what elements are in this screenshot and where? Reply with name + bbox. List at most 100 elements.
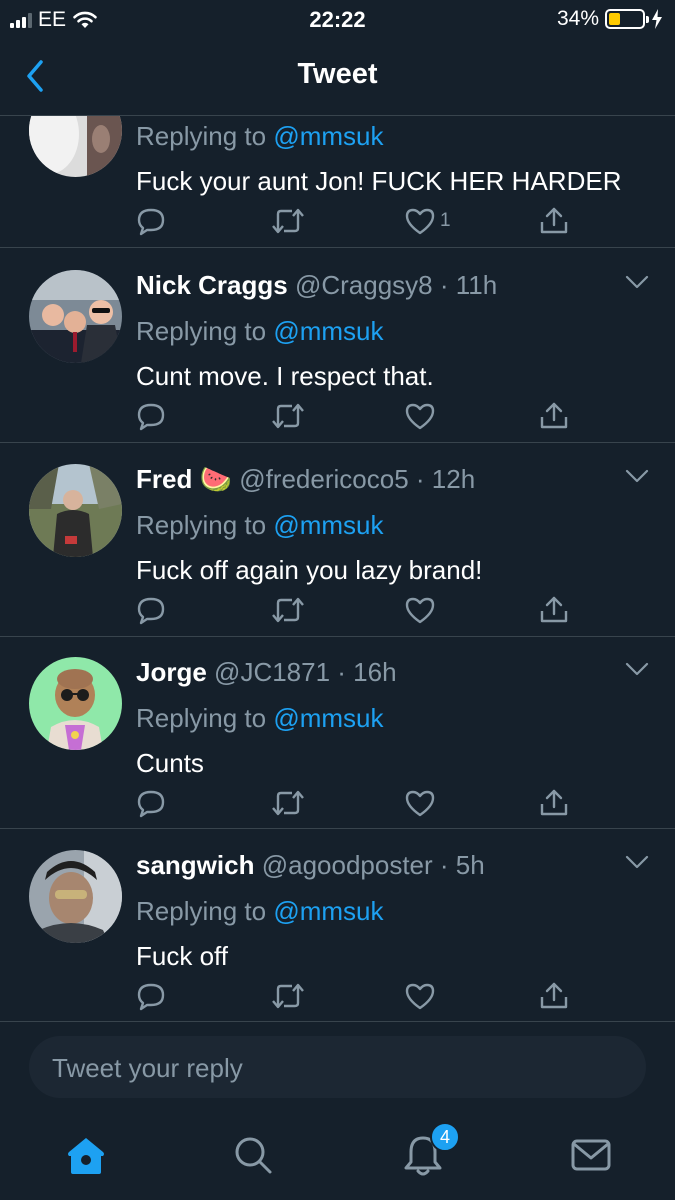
tweet[interactable]: Replying to @mmsuk Fuck your aunt Jon! F… [0,116,675,248]
retweet-icon [272,597,304,623]
timestamp: 16h [353,657,397,687]
like-button[interactable]: 1 [404,201,451,241]
avatar[interactable] [29,270,122,363]
mention-link[interactable]: @mmsuk [273,510,383,540]
timestamp: 5h [455,850,485,880]
share-button[interactable] [538,201,570,241]
reply-button[interactable] [136,590,166,630]
tweet-text: Fuck off [136,941,229,971]
handle[interactable]: @Craggsy8 [295,270,433,300]
like-count: 1 [440,210,451,231]
chevron-down-icon[interactable] [625,661,649,677]
notification-badge: 4 [430,1122,460,1152]
display-name[interactable]: Nick Craggs [136,270,288,300]
share-button[interactable] [538,396,570,436]
tweet-text: Fuck off again you lazy brand! [136,555,483,585]
avatar[interactable] [29,116,122,177]
tweet-header: sangwich @agoodposter · 5h [136,850,485,881]
retweet-button[interactable] [270,590,306,630]
reply-placeholder: Tweet your reply [52,1053,243,1083]
like-icon [405,597,435,624]
chevron-down-icon[interactable] [625,468,649,484]
tweet-text: Fuck your aunt Jon! FUCK HER HARDER [136,166,622,196]
page-title: Tweet [297,58,378,90]
replying-label: Replying to [136,510,267,540]
tweet-header: Fred 🍉 @fredericoco5 · 12h [136,464,475,495]
messages-icon[interactable] [566,1130,616,1180]
replying-label: Replying to [136,121,267,151]
handle[interactable]: @fredericoco5 [239,464,408,494]
chevron-down-icon[interactable] [625,274,649,290]
mention-link[interactable]: @mmsuk [273,316,383,346]
avatar-image [29,464,122,557]
home-icon[interactable] [61,1130,111,1180]
tweet[interactable]: Jorge @JC1871 · 16h Replying to @mmsuk C… [0,636,675,829]
mention-link[interactable]: @mmsuk [273,121,383,151]
reply-button[interactable] [136,976,166,1016]
tweet-actions [0,783,675,823]
like-button[interactable] [404,590,436,630]
mention-link[interactable]: @mmsuk [273,703,383,733]
share-button[interactable] [538,783,570,823]
retweet-button[interactable] [270,201,306,241]
retweet-button[interactable] [270,783,306,823]
replying-to: Replying to @mmsuk [136,510,383,541]
battery-percent: 34% [556,7,599,30]
reply-button[interactable] [136,201,166,241]
timestamp: 11h [455,270,498,300]
avatar-image [29,270,122,363]
tweet-text: Cunts [136,748,204,778]
avatar[interactable] [29,464,122,557]
reply-icon [137,790,165,818]
name-emoji: 🍉 [199,464,232,494]
tweet-header: Jorge @JC1871 · 16h [136,657,397,688]
tweet-text: Cunt move. I respect that. [136,361,434,391]
mention-link[interactable]: @mmsuk [273,896,383,926]
like-button[interactable] [404,396,436,436]
display-name[interactable]: Fred [136,464,192,494]
retweet-button[interactable] [270,976,306,1016]
like-icon [405,208,435,235]
like-icon [405,403,435,430]
battery-level-fill [609,13,620,25]
reply-input[interactable]: Tweet your reply [29,1036,646,1098]
chevron-down-icon[interactable] [625,854,649,870]
share-button[interactable] [538,976,570,1016]
tweet[interactable]: Nick Craggs @Craggsy8 · 11h Replying to … [0,249,675,443]
reply-feed: Replying to @mmsuk Fuck your aunt Jon! F… [0,116,675,1022]
tweet[interactable]: sangwich @agoodposter · 5h Replying to @… [0,829,675,1022]
reply-button[interactable] [136,783,166,823]
charging-bolt-icon [652,9,662,29]
tweet[interactable]: Fred 🍉 @fredericoco5 · 12h Replying to @… [0,443,675,637]
share-icon [540,982,568,1009]
reply-icon [137,208,165,236]
replying-to: Replying to @mmsuk [136,896,383,927]
avatar-image [29,657,122,750]
reply-button[interactable] [136,396,166,436]
separator-dot: · [432,270,456,300]
avatar[interactable] [29,657,122,750]
share-icon [540,789,568,816]
reply-icon [137,983,165,1011]
replying-label: Replying to [136,703,267,733]
share-button[interactable] [538,590,570,630]
like-button[interactable] [404,783,436,823]
display-name[interactable]: sangwich [136,850,254,880]
like-icon [405,983,435,1010]
retweet-icon [272,790,304,816]
tweet-actions [0,976,675,1016]
handle[interactable]: @agoodposter [262,850,433,880]
retweet-button[interactable] [270,396,306,436]
replying-label: Replying to [136,896,267,926]
like-button[interactable] [404,976,436,1016]
separator-dot: · [330,657,354,687]
separator-dot: · [408,464,432,494]
reply-icon [137,403,165,431]
avatar[interactable] [29,850,122,943]
handle[interactable]: @JC1871 [214,657,330,687]
search-icon[interactable] [228,1130,278,1180]
separator-dot: · [432,850,456,880]
display-name[interactable]: Jorge [136,657,207,687]
status-bar: EE 22:22 34% [0,0,675,38]
tweet-header: Nick Craggs @Craggsy8 · 11h [136,270,497,301]
